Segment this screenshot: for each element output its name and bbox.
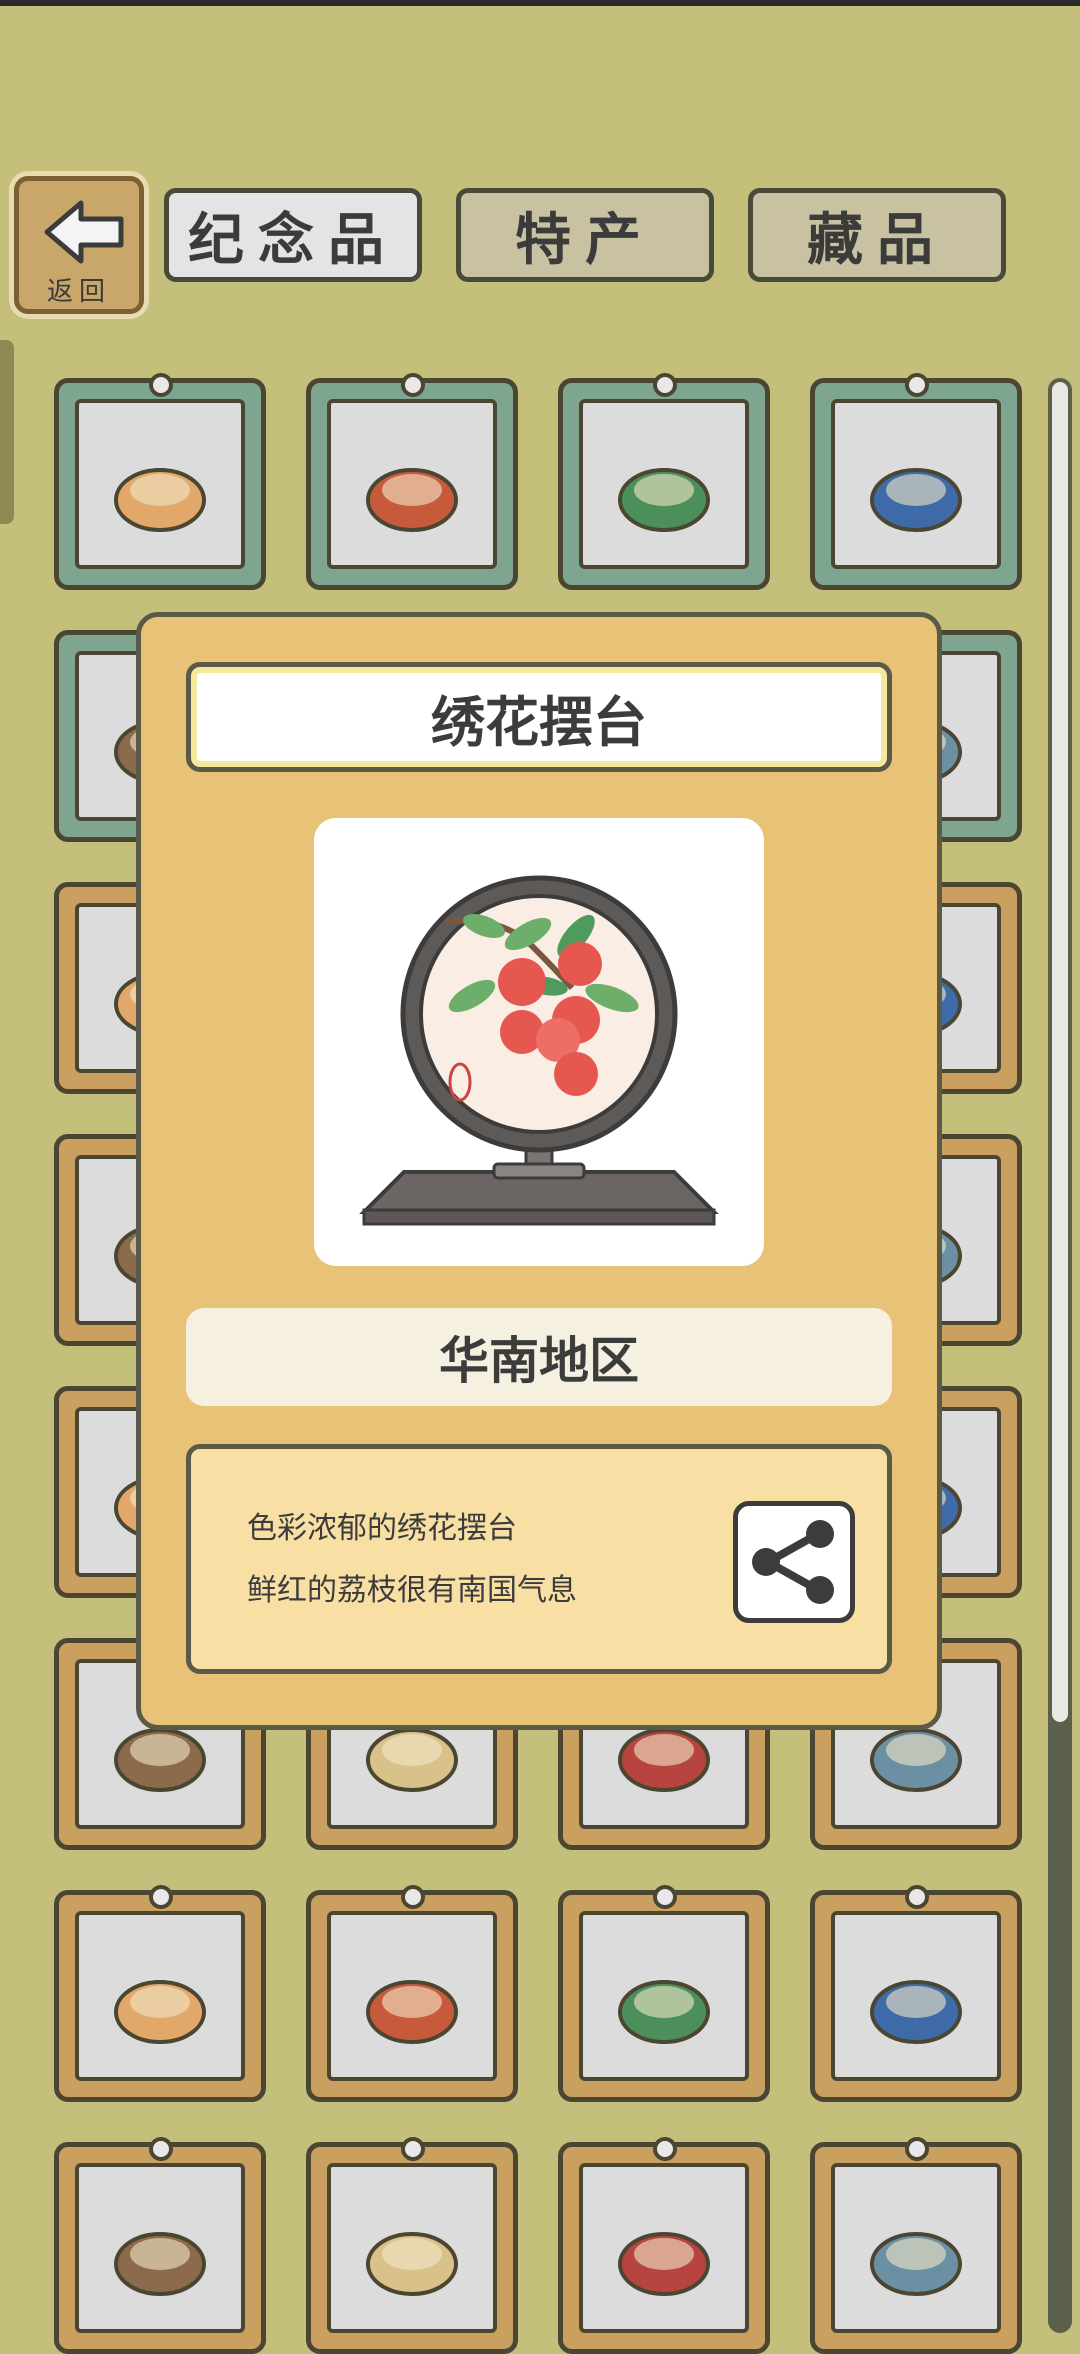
embroidered-stand-illustration <box>359 875 719 1226</box>
item-title: 绣花摆台 <box>186 662 892 772</box>
region-label: 华南地区 <box>186 1308 892 1406</box>
description-line-1: 色彩浓郁的绣花摆台 <box>247 1511 517 1546</box>
share-button[interactable] <box>733 1501 855 1623</box>
share-icon <box>752 1520 834 1604</box>
description-line-2: 鲜红的荔枝很有南国气息 <box>247 1573 577 1608</box>
description-box: 色彩浓郁的绣花摆台 鲜红的荔枝很有南国气息 <box>186 1444 892 1674</box>
item-picture <box>314 818 764 1266</box>
